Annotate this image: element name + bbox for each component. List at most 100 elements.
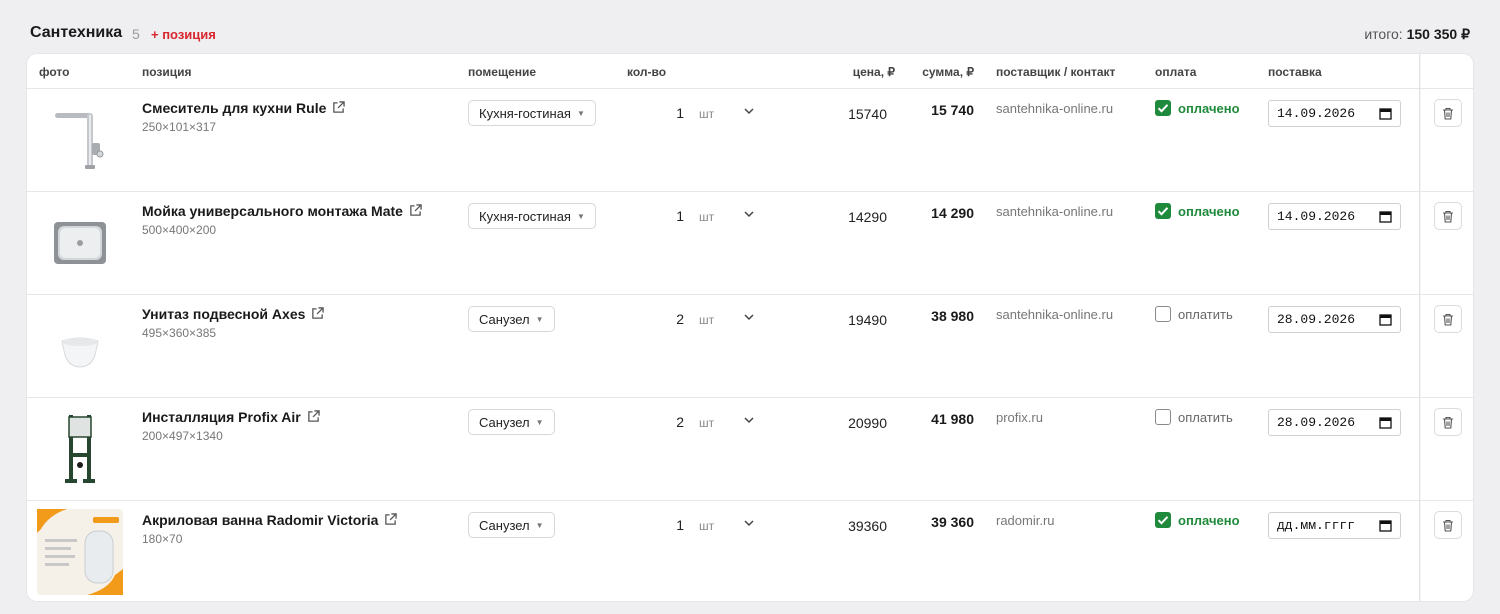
price-value[interactable]: 19490 xyxy=(807,312,887,328)
bathtub-package-icon xyxy=(37,509,123,595)
supplier-link[interactable]: santehnika-online.ru xyxy=(996,307,1113,322)
calendar-icon[interactable] xyxy=(1379,210,1392,223)
delete-button[interactable] xyxy=(1434,99,1462,127)
paid-checkbox[interactable] xyxy=(1155,306,1171,322)
price-value[interactable]: 14290 xyxy=(807,209,887,225)
col-room: помещение xyxy=(468,65,537,79)
unit-label: шт xyxy=(699,519,715,533)
room-select-value: Санузел xyxy=(479,414,530,430)
calendar-icon[interactable] xyxy=(1379,519,1392,532)
unit-label: шт xyxy=(699,416,715,430)
chevron-down-icon[interactable] xyxy=(743,311,755,323)
external-link-icon[interactable] xyxy=(311,307,325,320)
external-link-icon[interactable] xyxy=(409,204,422,217)
price-value[interactable]: 15740 xyxy=(807,106,887,122)
col-price: цена, ₽ xyxy=(852,65,895,79)
trash-icon xyxy=(1443,416,1453,429)
delivery-date-input[interactable]: дд.мм.гггг xyxy=(1268,512,1401,539)
delivery-date-value: 14.09.2026 xyxy=(1277,106,1356,121)
chevron-down-icon[interactable] xyxy=(743,517,755,529)
delivery-date-value: дд.мм.гггг xyxy=(1277,518,1356,533)
trash-icon xyxy=(1443,107,1453,120)
product-name[interactable]: Инсталляция Profix Air xyxy=(142,409,320,425)
paid-checkbox[interactable] xyxy=(1155,409,1171,425)
trash-icon xyxy=(1443,313,1453,326)
product-name-text: Смеситель для кухни Rule xyxy=(142,100,327,116)
delete-button[interactable] xyxy=(1434,408,1462,436)
product-name[interactable]: Мойка универсального монтажа Mate xyxy=(142,203,422,219)
table-header: фото позиция помещение кол-во цена, ₽ су… xyxy=(27,54,1473,89)
delivery-date-input[interactable]: 14.09.2026 xyxy=(1268,100,1401,127)
check-icon xyxy=(1157,207,1169,216)
section-title: Сантехника xyxy=(30,24,123,41)
paid-checkbox[interactable] xyxy=(1155,203,1171,219)
paid-checkbox[interactable] xyxy=(1155,512,1171,528)
quantity-value[interactable]: 1 xyxy=(627,105,684,121)
supplier-link[interactable]: radomir.ru xyxy=(996,513,1055,528)
sum-value: 39 360 xyxy=(931,514,974,530)
room-select[interactable]: Санузел ▼ xyxy=(468,409,555,435)
product-name[interactable]: Унитаз подвесной Axes xyxy=(142,306,325,322)
quantity-value[interactable]: 1 xyxy=(627,517,684,533)
product-name-text: Инсталляция Profix Air xyxy=(142,409,301,425)
room-select-value: Санузел xyxy=(479,517,530,533)
col-qty: кол-во xyxy=(627,65,667,79)
check-icon xyxy=(1157,104,1169,113)
toilet-icon xyxy=(37,303,123,389)
delivery-date-input[interactable]: 28.09.2026 xyxy=(1268,409,1401,436)
trash-icon xyxy=(1443,519,1453,532)
col-sum: сумма, ₽ xyxy=(922,65,974,79)
table-row: Акриловая ванна Radomir Victoria 180×70 … xyxy=(27,501,1473,601)
section-header: Сантехника 5 + позиция итого: 150 350 ₽ xyxy=(0,0,1500,54)
chevron-down-icon[interactable] xyxy=(743,414,755,426)
sum-value: 15 740 xyxy=(931,102,974,118)
section-total: итого: 150 350 ₽ xyxy=(1364,26,1470,43)
price-value[interactable]: 39360 xyxy=(807,518,887,534)
chevron-down-icon[interactable] xyxy=(743,105,755,117)
delete-button[interactable] xyxy=(1434,511,1462,539)
room-select[interactable]: Санузел ▼ xyxy=(468,306,555,332)
calendar-icon[interactable] xyxy=(1379,107,1392,120)
delivery-date-value: 28.09.2026 xyxy=(1277,415,1356,430)
product-name[interactable]: Акриловая ванна Radomir Victoria xyxy=(142,512,398,528)
col-delivery: поставка xyxy=(1268,65,1322,79)
table-row: Унитаз подвесной Axes 495×360×385 Санузе… xyxy=(27,295,1473,398)
calendar-icon[interactable] xyxy=(1379,416,1392,429)
total-value: 150 350 ₽ xyxy=(1406,26,1470,42)
table-row: Инсталляция Profix Air 200×497×1340 Сану… xyxy=(27,398,1473,501)
unit-label: шт xyxy=(699,313,715,327)
faucet-icon xyxy=(37,97,123,183)
supplier-link[interactable]: profix.ru xyxy=(996,410,1043,425)
product-name-text: Акриловая ванна Radomir Victoria xyxy=(142,512,379,528)
table-row: Мойка универсального монтажа Mate 500×40… xyxy=(27,192,1473,295)
col-position: позиция xyxy=(142,65,192,79)
room-select[interactable]: Кухня-гостиная ▼ xyxy=(468,100,596,126)
supplier-link[interactable]: santehnika-online.ru xyxy=(996,204,1113,219)
external-link-icon[interactable] xyxy=(332,101,346,114)
quantity-value[interactable]: 1 xyxy=(627,208,684,224)
chevron-down-icon[interactable] xyxy=(743,208,755,220)
external-link-icon[interactable] xyxy=(384,513,398,526)
payment-status: оплачено xyxy=(1178,513,1240,528)
unit-label: шт xyxy=(699,107,715,121)
product-name[interactable]: Смеситель для кухни Rule xyxy=(142,100,346,116)
sum-value: 41 980 xyxy=(931,411,974,427)
room-select[interactable]: Кухня-гостиная ▼ xyxy=(468,203,596,229)
sum-value: 14 290 xyxy=(931,205,974,221)
quantity-value[interactable]: 2 xyxy=(627,414,684,430)
delete-button[interactable] xyxy=(1434,305,1462,333)
sum-value: 38 980 xyxy=(931,308,974,324)
paid-checkbox[interactable] xyxy=(1155,100,1171,116)
unit-label: шт xyxy=(699,210,715,224)
calendar-icon[interactable] xyxy=(1379,313,1392,326)
supplier-link[interactable]: santehnika-online.ru xyxy=(996,101,1113,116)
add-position-button[interactable]: + позиция xyxy=(151,27,216,42)
room-select[interactable]: Санузел ▼ xyxy=(468,512,555,538)
quantity-value[interactable]: 2 xyxy=(627,311,684,327)
delivery-date-input[interactable]: 14.09.2026 xyxy=(1268,203,1401,230)
delete-button[interactable] xyxy=(1434,202,1462,230)
delivery-date-input[interactable]: 28.09.2026 xyxy=(1268,306,1401,333)
trash-icon xyxy=(1443,210,1453,223)
external-link-icon[interactable] xyxy=(307,410,320,423)
price-value[interactable]: 20990 xyxy=(807,415,887,431)
